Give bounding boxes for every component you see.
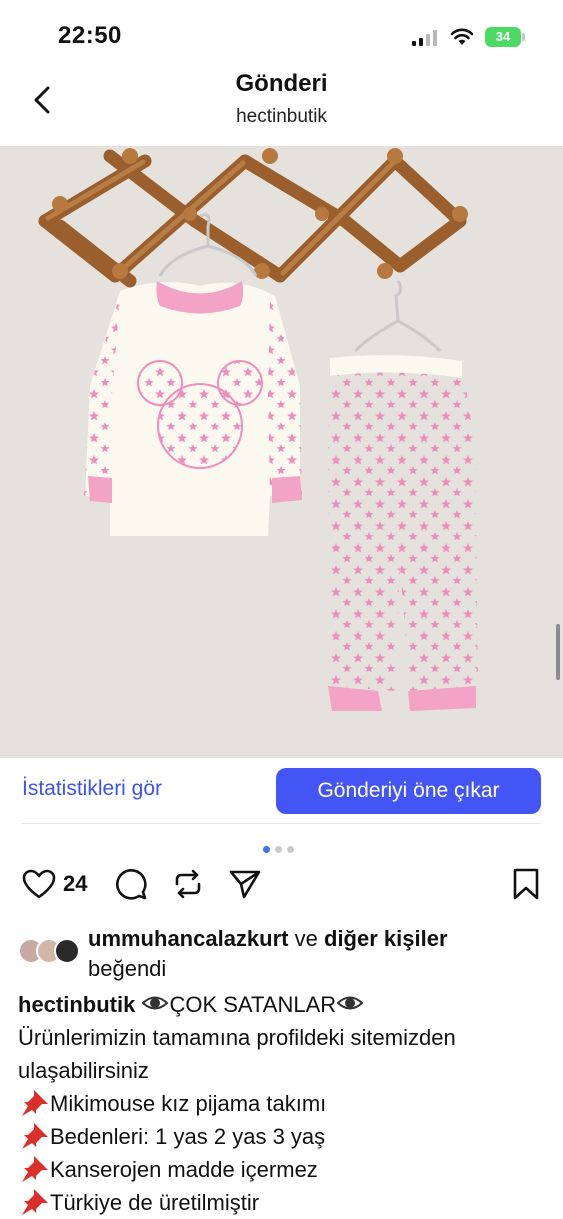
liker-avatars[interactable] (18, 938, 84, 966)
page-subtitle-username: hectinbutik (236, 106, 327, 127)
caption-bullet: Bedenleri: 1 yas 2 yas 3 yaş (18, 1120, 548, 1153)
caption-headline: ÇOK SATANLAR (169, 992, 337, 1017)
boost-post-button[interactable]: Gönderiyi öne çıkar (276, 768, 541, 814)
eye-speech-bubble-icon (336, 996, 364, 1010)
post-image[interactable] (0, 146, 563, 758)
page-title: Gönderi (235, 70, 328, 97)
battery-indicator: 34 (485, 27, 525, 47)
caption-bullet-text: Türkiye de üretilmiştir (50, 1190, 260, 1215)
view-insights-link[interactable]: İstatistikleri gör (22, 777, 162, 801)
caption-username[interactable]: hectinbutik (18, 992, 135, 1017)
pushpin-icon (22, 1090, 48, 1116)
liked-by-others-link[interactable]: diğer kişiler (324, 926, 448, 951)
status-bar: 22:50 34 (0, 0, 563, 70)
divider (22, 823, 541, 824)
battery-tip (522, 33, 525, 41)
post-header: Gönderi hectinbutik (0, 70, 563, 146)
caption-text-line: ulaşabilirsiniz (18, 1058, 149, 1083)
pushpin-icon (22, 1123, 48, 1149)
carousel-dot (287, 846, 294, 853)
post-action-bar: 24 (0, 862, 563, 906)
comment-icon[interactable] (114, 868, 148, 900)
post-owner-actions: İstatistikleri gör Gönderiyi öne çıkar (0, 758, 563, 824)
caption-bullet-text: Mikimouse kız pijama takımı (50, 1091, 327, 1116)
caption-bullet-text: Bedenleri: 1 yas 2 yas 3 yaş (50, 1124, 326, 1149)
scroll-indicator[interactable] (556, 624, 560, 680)
liked-by-connector: ve (294, 926, 318, 951)
avatar (54, 938, 80, 964)
carousel-dots (263, 840, 299, 853)
wifi-icon (450, 28, 474, 45)
liked-by-suffix: beğendi (88, 956, 167, 981)
caption-bullet: Mikimouse kız pijama takımı (18, 1087, 548, 1120)
carousel-dot (275, 846, 282, 853)
caption-text-line: Ürünlerimizin tamamına profildeki sitemi… (18, 1025, 456, 1050)
like-count[interactable]: 24 (63, 871, 87, 897)
battery-level: 34 (485, 27, 521, 47)
liked-by-text: ummuhancalazkurt ve diğer kişiler beğend… (88, 924, 548, 984)
repost-icon[interactable] (171, 868, 205, 900)
status-time: 22:50 (58, 22, 122, 49)
pajama-set-photo (0, 146, 563, 758)
chevron-left-icon[interactable] (26, 82, 60, 118)
share-send-icon[interactable] (228, 868, 262, 900)
pushpin-icon (22, 1156, 48, 1182)
cellular-signal-icon (412, 30, 437, 46)
caption-bullet: Türkiye de üretilmiştir (18, 1186, 548, 1219)
caption-bullet-text: Kanserojen madde içermez (50, 1157, 318, 1182)
carousel-dot-active (263, 846, 270, 853)
caption-headline-line: hectinbutik ÇOK SATANLAR (18, 988, 548, 1021)
heart-icon[interactable] (22, 869, 56, 899)
caption-bullet: Kanserojen madde içermez (18, 1153, 548, 1186)
bookmark-icon[interactable] (511, 867, 541, 901)
eye-speech-bubble-icon (141, 996, 169, 1010)
liker-username[interactable]: ummuhancalazkurt (88, 926, 289, 951)
post-caption: hectinbutik ÇOK SATANLAR Ürünlerimizin t… (18, 988, 548, 1219)
pushpin-icon (22, 1189, 48, 1215)
